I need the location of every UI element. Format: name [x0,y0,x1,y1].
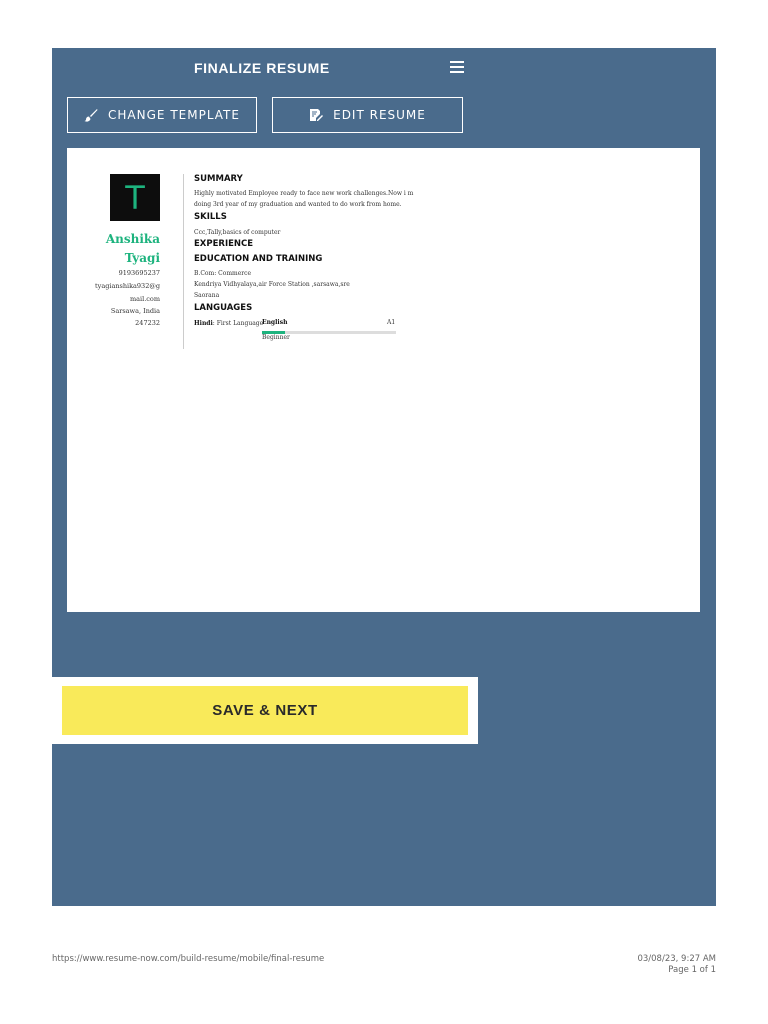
last-name: Tyagi [124,251,160,265]
footer-timestamp: 03/08/23, 9:27 AM [637,954,716,964]
edit-resume-label: EDIT RESUME [333,108,426,122]
footer-url: https://www.resume-now.com/build-resume/… [52,954,325,964]
paintbrush-icon [84,108,98,122]
avatar: T [110,174,160,221]
education-text: B.Com: Commerce Kendriya Vidhyalaya,air … [194,270,350,299]
phone-number: 9193695237 [118,269,160,277]
language-hindi: Hindi: First Language [194,320,264,327]
language-english-level-word: Beginner [262,334,290,341]
skills-heading: SKILLS [194,212,227,222]
save-next-button[interactable]: SAVE & NEXT [62,686,468,735]
edit-document-icon [309,108,324,122]
edit-resume-button[interactable]: EDIT RESUME [272,97,463,133]
summary-heading: SUMMARY [194,174,243,184]
language-english-level: A1 [387,319,396,326]
skills-text: Ccc,Tally,basics of computer [194,229,281,236]
first-name: Anshika [105,232,160,246]
app-panel: FINALIZE RESUME CHANGE TEMPLATE EDIT RES… [52,48,716,906]
save-container: SAVE & NEXT [52,677,478,744]
summary-text: Highly motivated Employee ready to face … [194,190,414,208]
hamburger-menu-icon[interactable] [450,61,464,73]
change-template-label: CHANGE TEMPLATE [108,108,240,122]
email-address: tyagianshika932@g mail.com [95,282,160,303]
languages-heading: LANGUAGES [194,303,253,313]
zip-code: 247232 [135,319,160,327]
page-title: FINALIZE RESUME [194,60,330,76]
education-heading: EDUCATION AND TRAINING [194,254,323,264]
resume-preview: T Anshika Tyagi 9193695237 tyagianshika9… [67,148,700,612]
change-template-button[interactable]: CHANGE TEMPLATE [67,97,257,133]
location: Sarsawa, India [110,307,160,315]
experience-heading: EXPERIENCE [194,239,254,249]
language-english: English [262,319,288,326]
top-bar: FINALIZE RESUME [52,48,716,88]
footer-page-number: Page 1 of 1 [668,965,716,975]
column-divider [183,174,184,349]
